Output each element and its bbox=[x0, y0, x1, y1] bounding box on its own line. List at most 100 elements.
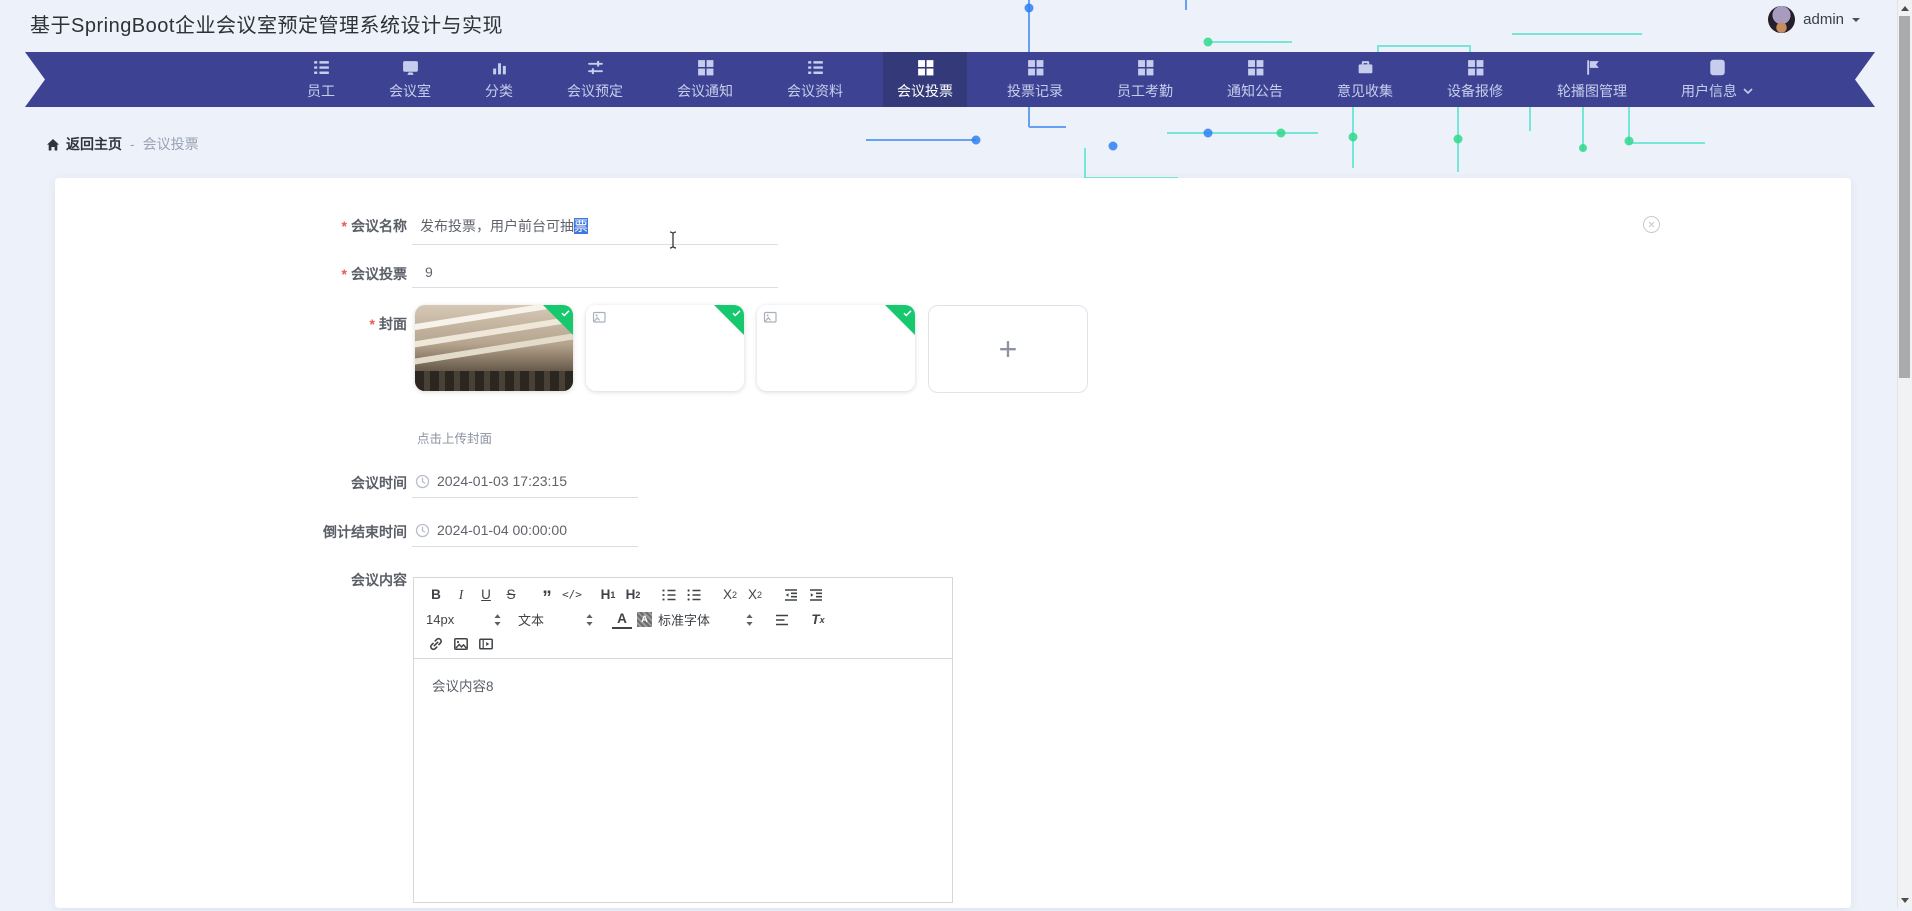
paragraph-style-select[interactable]: 文本 bbox=[518, 610, 594, 629]
select-arrows-icon bbox=[494, 613, 501, 626]
caret-down-icon bbox=[1852, 17, 1860, 26]
meeting-name-input[interactable]: 发布投票，用户前台可抽票 bbox=[412, 208, 778, 245]
close-circle-icon[interactable] bbox=[1643, 216, 1660, 233]
superscript-button[interactable]: X2 bbox=[745, 584, 765, 606]
strikethrough-button[interactable]: S bbox=[501, 584, 521, 606]
scroll-up-button[interactable] bbox=[1898, 0, 1912, 15]
scrollbar-thumb[interactable] bbox=[1899, 16, 1910, 378]
nav-item-attendance[interactable]: 员工考勤 bbox=[1103, 52, 1187, 107]
clock-icon bbox=[415, 474, 430, 488]
grid-icon bbox=[696, 58, 715, 77]
clock-icon bbox=[415, 523, 430, 537]
text-color-button[interactable]: A bbox=[612, 611, 632, 629]
flag-icon bbox=[1583, 58, 1602, 77]
ordered-list-button[interactable] bbox=[659, 584, 679, 606]
subscript-button[interactable]: X2 bbox=[720, 584, 740, 606]
required-mark: * bbox=[369, 316, 375, 332]
nav-item-meeting-notices[interactable]: 会议通知 bbox=[663, 52, 747, 107]
link-button[interactable] bbox=[426, 633, 446, 655]
username: admin bbox=[1803, 11, 1844, 28]
font-size-select[interactable]: 14px bbox=[426, 612, 502, 627]
nav-label: 会议资料 bbox=[787, 83, 843, 99]
check-icon bbox=[732, 310, 741, 317]
nav-label: 会议投票 bbox=[897, 83, 953, 99]
heading1-button[interactable]: H1 bbox=[598, 584, 618, 606]
font-family-select[interactable]: 标准字体 bbox=[658, 610, 754, 629]
grid-icon bbox=[1466, 58, 1485, 77]
list-icon bbox=[806, 58, 825, 77]
nav-item-feedback[interactable]: 意见收集 bbox=[1323, 52, 1407, 107]
outdent-button[interactable] bbox=[781, 584, 801, 606]
vertical-scrollbar[interactable] bbox=[1897, 0, 1912, 908]
clear-format-button[interactable]: Tx bbox=[808, 609, 828, 631]
broken-image-icon bbox=[763, 311, 777, 323]
countdown-end-input[interactable]: 2024-01-04 00:00:00 bbox=[412, 514, 638, 547]
nav-item-equipment-repair[interactable]: 设备报修 bbox=[1433, 52, 1517, 107]
nav-item-meeting-materials[interactable]: 会议资料 bbox=[773, 52, 857, 107]
nav-label: 员工 bbox=[307, 83, 335, 99]
main-nav: 员工 会议室 分类 会议预定 会议通知 会议资料 会议投票 投票记录 员工考勤 … bbox=[25, 52, 1875, 107]
avatar[interactable] bbox=[1768, 6, 1796, 33]
chevron-down-icon bbox=[1743, 88, 1753, 95]
triangle-up-icon bbox=[1901, 2, 1909, 11]
editor-content[interactable]: 会议内容8 bbox=[414, 659, 952, 911]
nav-label: 意见收集 bbox=[1337, 83, 1393, 99]
field-label-meeting-time: 会议时间 bbox=[351, 475, 407, 491]
nav-item-meeting-rooms[interactable]: 会议室 bbox=[375, 52, 445, 107]
nav-label: 设备报修 bbox=[1447, 83, 1503, 99]
breadcrumb-current: 会议投票 bbox=[142, 136, 199, 152]
italic-button[interactable]: I bbox=[451, 584, 471, 606]
underline-button[interactable]: U bbox=[476, 584, 496, 606]
cover-thumbnail-photo[interactable] bbox=[415, 305, 573, 391]
heading2-button[interactable]: H2 bbox=[623, 584, 643, 606]
blockquote-button[interactable]: ” bbox=[537, 580, 557, 610]
grid-icon bbox=[1246, 58, 1265, 77]
code-block-button[interactable]: </> bbox=[562, 584, 582, 606]
list-icon bbox=[312, 58, 331, 77]
image-button[interactable] bbox=[451, 633, 471, 655]
highlight-color-button[interactable]: A bbox=[637, 612, 652, 627]
meeting-time-input[interactable]: 2024-01-03 17:23:15 bbox=[412, 465, 638, 498]
select-arrows-icon bbox=[746, 613, 753, 626]
nav-item-categories[interactable]: 分类 bbox=[471, 52, 527, 107]
nav-item-announcements[interactable]: 通知公告 bbox=[1213, 52, 1297, 107]
triangle-down-icon bbox=[1901, 897, 1909, 907]
cover-thumbnail-broken[interactable] bbox=[757, 305, 915, 391]
nav-label: 分类 bbox=[485, 83, 513, 99]
nav-item-employees[interactable]: 员工 bbox=[293, 52, 349, 107]
meeting-vote-input[interactable]: 9 bbox=[412, 258, 778, 288]
selected-text: 票 bbox=[574, 218, 588, 234]
nav-label: 轮播图管理 bbox=[1557, 83, 1627, 99]
add-cover-button[interactable]: + bbox=[928, 305, 1088, 393]
field-label-meeting-vote: * 会议投票 bbox=[341, 266, 407, 282]
nav-item-reservations[interactable]: 会议预定 bbox=[553, 52, 637, 107]
user-menu[interactable]: admin bbox=[1768, 6, 1860, 33]
nav-item-meeting-votes[interactable]: 会议投票 bbox=[883, 52, 967, 107]
nav-label: 会议通知 bbox=[677, 83, 733, 99]
sliders-icon bbox=[586, 58, 605, 77]
breadcrumb-separator: - bbox=[130, 136, 135, 152]
nav-item-carousel[interactable]: 轮播图管理 bbox=[1543, 52, 1641, 107]
check-icon bbox=[561, 310, 570, 317]
select-arrows-icon bbox=[586, 613, 593, 626]
breadcrumb-home[interactable]: 返回主页 bbox=[46, 134, 122, 154]
bold-button[interactable]: B bbox=[426, 584, 446, 606]
breadcrumb-home-label: 返回主页 bbox=[66, 136, 122, 152]
video-button[interactable] bbox=[476, 633, 496, 655]
scroll-down-button[interactable] bbox=[1898, 893, 1912, 908]
cover-thumbnail-broken[interactable] bbox=[586, 305, 744, 391]
align-button[interactable] bbox=[772, 609, 792, 631]
screen-icon bbox=[401, 58, 420, 77]
breadcrumb: 返回主页 - 会议投票 bbox=[46, 134, 199, 154]
nav-item-vote-records[interactable]: 投票记录 bbox=[993, 52, 1077, 107]
field-label-meeting-name: * 会议名称 bbox=[341, 218, 407, 234]
briefcase-icon bbox=[1356, 58, 1375, 77]
nav-label: 员工考勤 bbox=[1117, 83, 1173, 99]
nav-item-user-info[interactable]: 用户信息 bbox=[1667, 52, 1767, 107]
nav-label: 通知公告 bbox=[1227, 83, 1283, 99]
editor-toolbar: B I U S ” </> H1 H2 X2 X2 14px 文本 A A 标准… bbox=[414, 578, 952, 659]
bullet-list-button[interactable] bbox=[684, 584, 704, 606]
grid-icon bbox=[1026, 58, 1045, 77]
indent-button[interactable] bbox=[806, 584, 826, 606]
field-label-cover: * 封面 bbox=[369, 316, 407, 332]
